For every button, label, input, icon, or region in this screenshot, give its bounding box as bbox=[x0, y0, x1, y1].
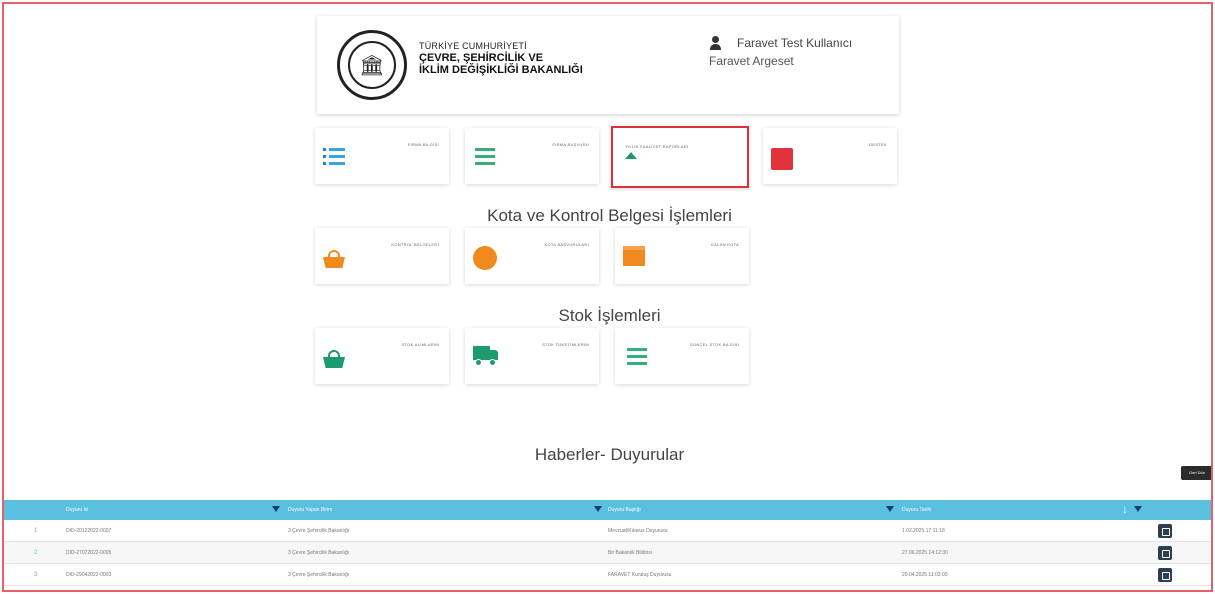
tile-label: DESTEK bbox=[869, 142, 887, 147]
filter-icon[interactable] bbox=[886, 506, 894, 512]
basket-icon bbox=[323, 350, 347, 374]
cell-date: 1.02.2025 17:11:18 bbox=[902, 528, 945, 534]
cell-title: FARAVET Kuruluş Duyurusu bbox=[608, 572, 672, 578]
tile-label: YILLIK FAALİYET RAPORLARI bbox=[625, 144, 689, 149]
user-name-line[interactable]: Faravet Test Kullanıcı bbox=[709, 36, 852, 50]
header-card: 🏛 TÜRKİYE CUMHURİYETİ ÇEVRE, ŞEHİRCİLİK … bbox=[317, 16, 899, 114]
edit-button[interactable] bbox=[1158, 568, 1172, 582]
circle-icon bbox=[473, 246, 497, 270]
row-index: 1 bbox=[34, 528, 38, 534]
cell-unit: 3 Çevre Şehircilik Bakanlığı bbox=[288, 572, 350, 578]
tile-stok-alimlarim[interactable]: STOK ALIMLARIM bbox=[315, 328, 449, 384]
edit-button[interactable] bbox=[1158, 524, 1172, 538]
cell-title: Mevzuat/Kılavuz Duyurusu bbox=[608, 528, 668, 534]
section-title-kota: Kota ve Kontrol Belgesi İşlemleri bbox=[487, 206, 732, 225]
cell-date: 27.06.2025 14:12:30 bbox=[902, 550, 948, 556]
tile-label: FİRMA BAŞVURU bbox=[552, 142, 589, 147]
bars-icon bbox=[625, 346, 649, 370]
app-frame: 🏛 TÜRKİYE CUMHURİYETİ ÇEVRE, ŞEHİRCİLİK … bbox=[2, 2, 1213, 592]
basket-icon bbox=[323, 250, 347, 274]
tile-label: KONTROL BELGELERİ bbox=[391, 242, 439, 247]
table-row[interactable]: 1 DID-20122022-0007 3 Çevre Şehircilik B… bbox=[4, 520, 1211, 542]
filter-icon[interactable] bbox=[1134, 506, 1142, 512]
tile-label: STOK TÜKETİMLERİM bbox=[542, 342, 589, 347]
list-icon bbox=[323, 146, 347, 170]
ministry-name: TÜRKİYE CUMHURİYETİ ÇEVRE, ŞEHİRCİLİK VE… bbox=[419, 40, 583, 76]
row-index: 3 bbox=[34, 572, 38, 578]
sort-desc-icon[interactable]: ↓ bbox=[1122, 503, 1128, 515]
support-icon bbox=[771, 148, 795, 172]
box-icon bbox=[623, 246, 647, 270]
tile-firma-basvuru[interactable]: FİRMA BAŞVURU bbox=[465, 128, 599, 184]
tile-kota-basvurulari[interactable]: KOTA BAŞVURULARI bbox=[465, 228, 599, 284]
triangle-icon bbox=[625, 152, 649, 176]
cell-unit: 3 Çevre Şehircilik Bakanlığı bbox=[288, 550, 350, 556]
tile-yillik-faaliyet-raporlari[interactable]: YILLIK FAALİYET RAPORLARI bbox=[611, 126, 749, 188]
company-name: Faravet Argeset bbox=[709, 54, 794, 68]
truck-icon bbox=[473, 346, 498, 370]
ministry-seal-logo: 🏛 bbox=[337, 30, 407, 100]
filter-icon[interactable] bbox=[272, 506, 280, 512]
col-header-duyuru-tarihi[interactable]: Duyuru Tarihi bbox=[902, 500, 931, 520]
tile-firma-bilgisi[interactable]: FİRMA BİLGİSİ bbox=[315, 128, 449, 184]
section-title-stok: Stok İşlemleri bbox=[558, 306, 661, 325]
ministry-line2: ÇEVRE, ŞEHİRCİLİK VE bbox=[419, 52, 544, 64]
cell-id: DID-20122022-0007 bbox=[66, 528, 112, 534]
tile-destek[interactable]: DESTEK bbox=[763, 128, 897, 184]
table-row[interactable]: 3 DID-29042022-0003 3 Çevre Şehircilik B… bbox=[4, 564, 1211, 586]
col-header-duyuru-birim[interactable]: Duyuru Yapan Birim bbox=[288, 500, 332, 520]
cell-unit: 3 Çevre Şehircilik Bakanlığı bbox=[288, 528, 350, 534]
announcements-table: Duyuru Id Duyuru Yapan Birim Duyuru Başl… bbox=[4, 500, 1211, 586]
tile-guncel-stok-bilgisi[interactable]: GÜNCEL STOK BİLGİSİ bbox=[615, 328, 749, 384]
edit-button[interactable] bbox=[1158, 546, 1172, 560]
cell-date: 29.04.2025 11:03:00 bbox=[902, 572, 948, 578]
tile-kontrol-belgeleri[interactable]: KONTROL BELGELERİ bbox=[315, 228, 449, 284]
cell-id: DID-27072022-0005 bbox=[66, 550, 112, 556]
table-row[interactable]: 2 DID-27072022-0005 3 Çevre Şehircilik B… bbox=[4, 542, 1211, 564]
ministry-line1: TÜRKİYE CUMHURİYETİ bbox=[419, 41, 527, 51]
table-header: Duyuru Id Duyuru Yapan Birim Duyuru Başl… bbox=[4, 500, 1211, 520]
tile-stok-tuketimlerim[interactable]: STOK TÜKETİMLERİM bbox=[465, 328, 599, 384]
building-icon: 🏛 bbox=[348, 41, 396, 89]
back-button-tooltip[interactable]: Geri Dön bbox=[1181, 466, 1211, 480]
tile-label: KOTA BAŞVURULARI bbox=[544, 242, 589, 247]
tile-label: GÜNCEL STOK BİLGİSİ bbox=[689, 342, 739, 347]
user-block[interactable]: Faravet Test Kullanıcı Faravet Argeset bbox=[709, 36, 852, 68]
ministry-line3: İKLİM DEĞİŞİKLİĞİ BAKANLIĞI bbox=[419, 64, 583, 76]
cell-id: DID-29042022-0003 bbox=[66, 572, 112, 578]
col-header-duyuru-id[interactable]: Duyuru Id bbox=[66, 500, 88, 520]
tile-kalan-kota[interactable]: KALAN KOTA bbox=[615, 228, 749, 284]
user-name: Faravet Test Kullanıcı bbox=[737, 36, 853, 50]
user-icon bbox=[709, 36, 723, 50]
bars-icon bbox=[473, 146, 497, 170]
col-header-duyuru-basligi[interactable]: Duyuru Başlığı bbox=[608, 500, 641, 520]
filter-icon[interactable] bbox=[594, 506, 602, 512]
tile-label: KALAN KOTA bbox=[711, 242, 739, 247]
row-index: 2 bbox=[34, 550, 38, 556]
tile-label: FİRMA BİLGİSİ bbox=[407, 142, 439, 147]
section-title-news: Haberler- Duyurular bbox=[534, 445, 685, 464]
tile-label: STOK ALIMLARIM bbox=[401, 342, 439, 347]
cell-title: Bir Bakanlık Bildirisi bbox=[608, 550, 652, 556]
